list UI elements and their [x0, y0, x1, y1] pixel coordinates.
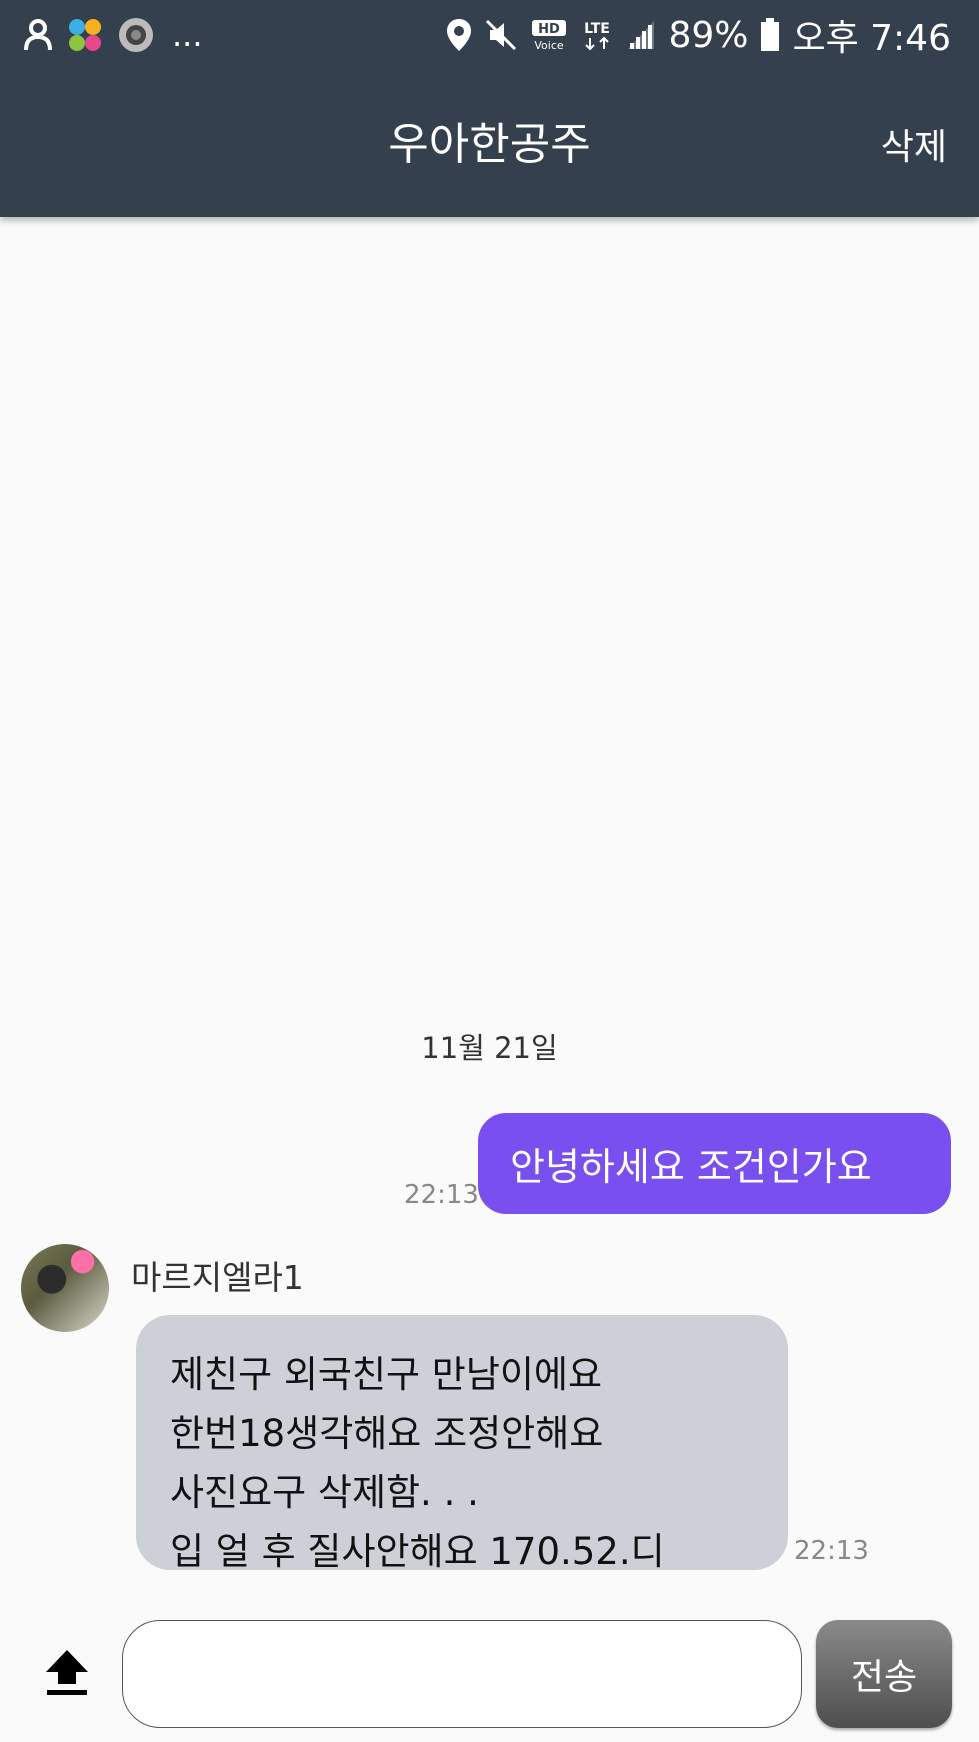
chat-title: 우아한공주 — [388, 119, 591, 170]
status-left-icons: ... — [24, 14, 203, 56]
avatar[interactable] — [21, 1244, 109, 1332]
status-right-icons: HD Voice LTE 89% 오후 7:46 — [446, 14, 951, 59]
delete-button[interactable]: 삭제 — [881, 118, 947, 170]
sent-message-text: 안녕하세요 조건인가요 — [510, 1145, 872, 1189]
date-separator: 11월 21일 — [421, 1031, 558, 1065]
record-icon — [119, 18, 153, 52]
battery-icon — [761, 18, 780, 51]
app-bar: 우아한공주 삭제 — [0, 70, 979, 217]
received-message-line: 입 얼 후 질사안해요 170.52.디 — [170, 1530, 665, 1573]
sent-message-time: 22:13 — [404, 1180, 479, 1210]
hd-voice-icon: HD Voice — [532, 20, 567, 51]
send-button[interactable]: 전송 — [816, 1620, 952, 1728]
received-message-time: 22:13 — [794, 1536, 869, 1566]
more-notifications: ... — [172, 16, 203, 54]
upload-icon[interactable] — [44, 1648, 90, 1696]
received-message-bubble[interactable]: 제친구 외국친구 만남이에요 한번18생각해요 조정안해요 사진요구 삭제함. … — [136, 1315, 788, 1573]
person-icon — [24, 19, 52, 51]
lte-icon: LTE — [585, 21, 611, 51]
message-input[interactable] — [122, 1620, 802, 1728]
received-message-line: 제친구 외국친구 만남이에요 — [170, 1353, 603, 1396]
received-message-line: 한번18생각해요 조정안해요 — [170, 1412, 604, 1455]
battery-percent: 89% — [668, 14, 749, 56]
location-icon — [447, 19, 472, 51]
hd-label: HD — [539, 22, 561, 37]
sent-message-bubble[interactable]: 안녕하세요 조건인가요 — [478, 1113, 951, 1214]
lte-label: LTE — [585, 21, 611, 37]
clock: 오후 7:46 — [792, 18, 951, 59]
voice-label: Voice — [535, 39, 565, 51]
status-bar: ... HD Voice LTE 89% 오후 7:46 — [0, 0, 979, 70]
mute-icon — [486, 19, 517, 51]
signal-icon — [628, 21, 655, 49]
app-notification-icon — [69, 19, 101, 51]
sender-name: 마르지엘라1 — [131, 1258, 304, 1297]
received-message-line: 사진요구 삭제함. . . — [170, 1471, 479, 1514]
